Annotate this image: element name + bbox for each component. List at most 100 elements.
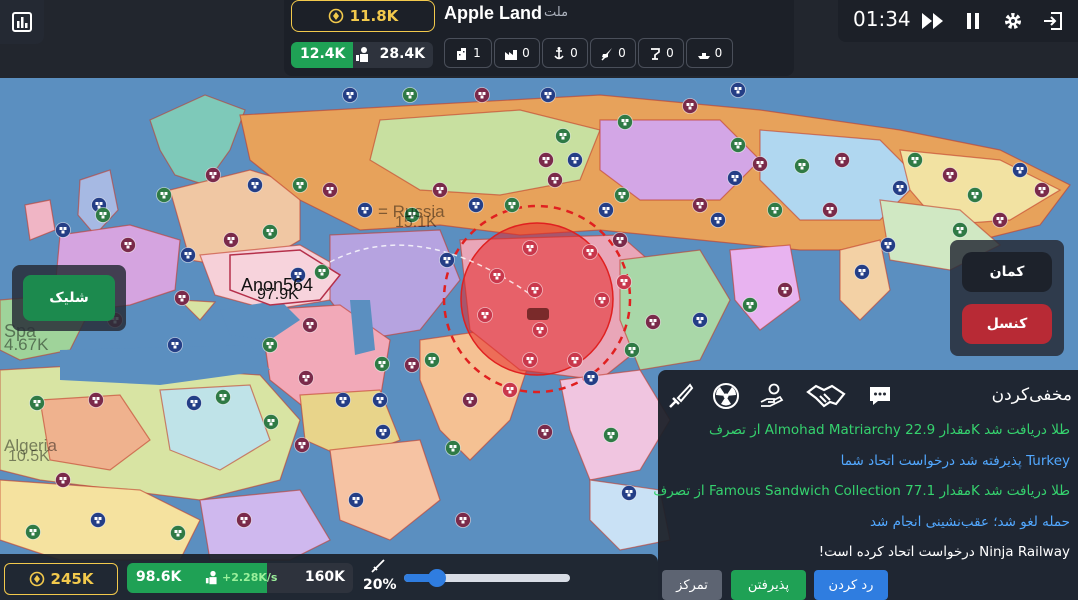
city-icon[interactable]	[445, 440, 461, 456]
city-icon[interactable]	[357, 202, 373, 218]
building-missile-silo-count[interactable]: 0	[590, 38, 636, 68]
city-icon[interactable]	[614, 187, 630, 203]
exit-button[interactable]	[1038, 6, 1068, 36]
city-icon[interactable]	[598, 202, 614, 218]
fast-forward-button[interactable]	[918, 6, 948, 36]
hide-events-button[interactable]: مخفی‌کردن	[992, 385, 1072, 405]
bow-button[interactable]: کمان	[962, 252, 1052, 292]
city-icon[interactable]	[522, 352, 538, 368]
building-factory-count[interactable]: 0	[494, 38, 540, 68]
city-icon[interactable]	[247, 177, 263, 193]
building-city-count[interactable]: 1	[444, 38, 492, 68]
building-port-count[interactable]: 0	[542, 38, 588, 68]
city-icon[interactable]	[223, 232, 239, 248]
city-icon[interactable]	[794, 158, 810, 174]
city-icon[interactable]	[752, 156, 768, 172]
city-icon[interactable]	[404, 357, 420, 373]
trade-filter-button[interactable]	[754, 378, 790, 414]
city-icon[interactable]	[692, 197, 708, 213]
city-icon[interactable]	[710, 212, 726, 228]
city-icon[interactable]	[532, 322, 548, 338]
city-icon[interactable]	[537, 424, 553, 440]
city-icon[interactable]	[567, 352, 583, 368]
city-icon[interactable]	[156, 187, 172, 203]
city-icon[interactable]	[854, 264, 870, 280]
city-icon[interactable]	[262, 224, 278, 240]
city-icon[interactable]	[682, 98, 698, 114]
city-icon[interactable]	[55, 222, 71, 238]
city-icon[interactable]	[992, 212, 1008, 228]
city-icon[interactable]	[322, 182, 338, 198]
city-icon[interactable]	[504, 197, 520, 213]
city-icon[interactable]	[335, 392, 351, 408]
city-icon[interactable]	[730, 82, 746, 98]
city-icon[interactable]	[424, 352, 440, 368]
city-icon[interactable]	[302, 317, 318, 333]
city-icon[interactable]	[594, 292, 610, 308]
city-icon[interactable]	[455, 512, 471, 528]
city-icon[interactable]	[29, 395, 45, 411]
city-icon[interactable]	[822, 202, 838, 218]
city-icon[interactable]	[527, 282, 543, 298]
city-icon[interactable]	[1034, 182, 1050, 198]
chat-filter-button[interactable]	[862, 378, 898, 414]
accept-alliance-button[interactable]: پذیرفتن	[731, 570, 806, 600]
city-icon[interactable]	[294, 437, 310, 453]
cancel-button[interactable]: کنسل	[962, 304, 1052, 344]
shoot-button[interactable]: شلیک	[23, 275, 115, 321]
city-icon[interactable]	[236, 512, 252, 528]
city-icon[interactable]	[298, 370, 314, 386]
city-icon[interactable]	[432, 182, 448, 198]
city-icon[interactable]	[95, 207, 111, 223]
city-icon[interactable]	[538, 152, 554, 168]
city-icon[interactable]	[180, 247, 196, 263]
city-icon[interactable]	[170, 525, 186, 541]
city-icon[interactable]	[952, 222, 968, 238]
city-icon[interactable]	[727, 170, 743, 186]
building-warship-count[interactable]: 0	[686, 38, 733, 68]
city-icon[interactable]	[540, 87, 556, 103]
attack-ratio-slider[interactable]	[404, 569, 570, 587]
city-icon[interactable]	[120, 237, 136, 253]
city-icon[interactable]	[439, 252, 455, 268]
city-icon[interactable]	[215, 389, 231, 405]
city-icon[interactable]	[342, 87, 358, 103]
city-icon[interactable]	[892, 180, 908, 196]
city-icon[interactable]	[742, 297, 758, 313]
city-icon[interactable]	[292, 177, 308, 193]
city-icon[interactable]	[621, 485, 637, 501]
city-icon[interactable]	[167, 337, 183, 353]
city-icon[interactable]	[205, 167, 221, 183]
city-icon[interactable]	[522, 240, 538, 256]
city-icon[interactable]	[348, 492, 364, 508]
city-icon[interactable]	[462, 392, 478, 408]
city-icon[interactable]	[186, 395, 202, 411]
city-icon[interactable]	[880, 237, 896, 253]
city-icon[interactable]	[489, 268, 505, 284]
city-icon[interactable]	[730, 137, 746, 153]
city-icon[interactable]	[88, 392, 104, 408]
city-icon[interactable]	[834, 152, 850, 168]
city-icon[interactable]	[767, 202, 783, 218]
attack-ratio-slider-knob[interactable]	[428, 569, 447, 587]
city-icon[interactable]	[942, 167, 958, 183]
city-icon[interactable]	[174, 290, 190, 306]
city-icon[interactable]	[375, 424, 391, 440]
city-icon[interactable]	[603, 427, 619, 443]
city-icon[interactable]	[777, 282, 793, 298]
city-icon[interactable]	[555, 128, 571, 144]
reject-alliance-button[interactable]: رد کردن	[814, 570, 888, 600]
city-icon[interactable]	[547, 172, 563, 188]
alliance-filter-button[interactable]	[804, 378, 848, 414]
city-icon[interactable]	[477, 307, 493, 323]
city-icon[interactable]	[468, 197, 484, 213]
city-icon[interactable]	[616, 274, 632, 290]
city-icon[interactable]	[617, 114, 633, 130]
stats-button[interactable]	[0, 0, 44, 44]
city-icon[interactable]	[474, 87, 490, 103]
city-icon[interactable]	[692, 312, 708, 328]
city-icon[interactable]	[567, 152, 583, 168]
city-icon[interactable]	[612, 232, 628, 248]
nuke-filter-button[interactable]	[708, 378, 744, 414]
city-icon[interactable]	[263, 414, 279, 430]
